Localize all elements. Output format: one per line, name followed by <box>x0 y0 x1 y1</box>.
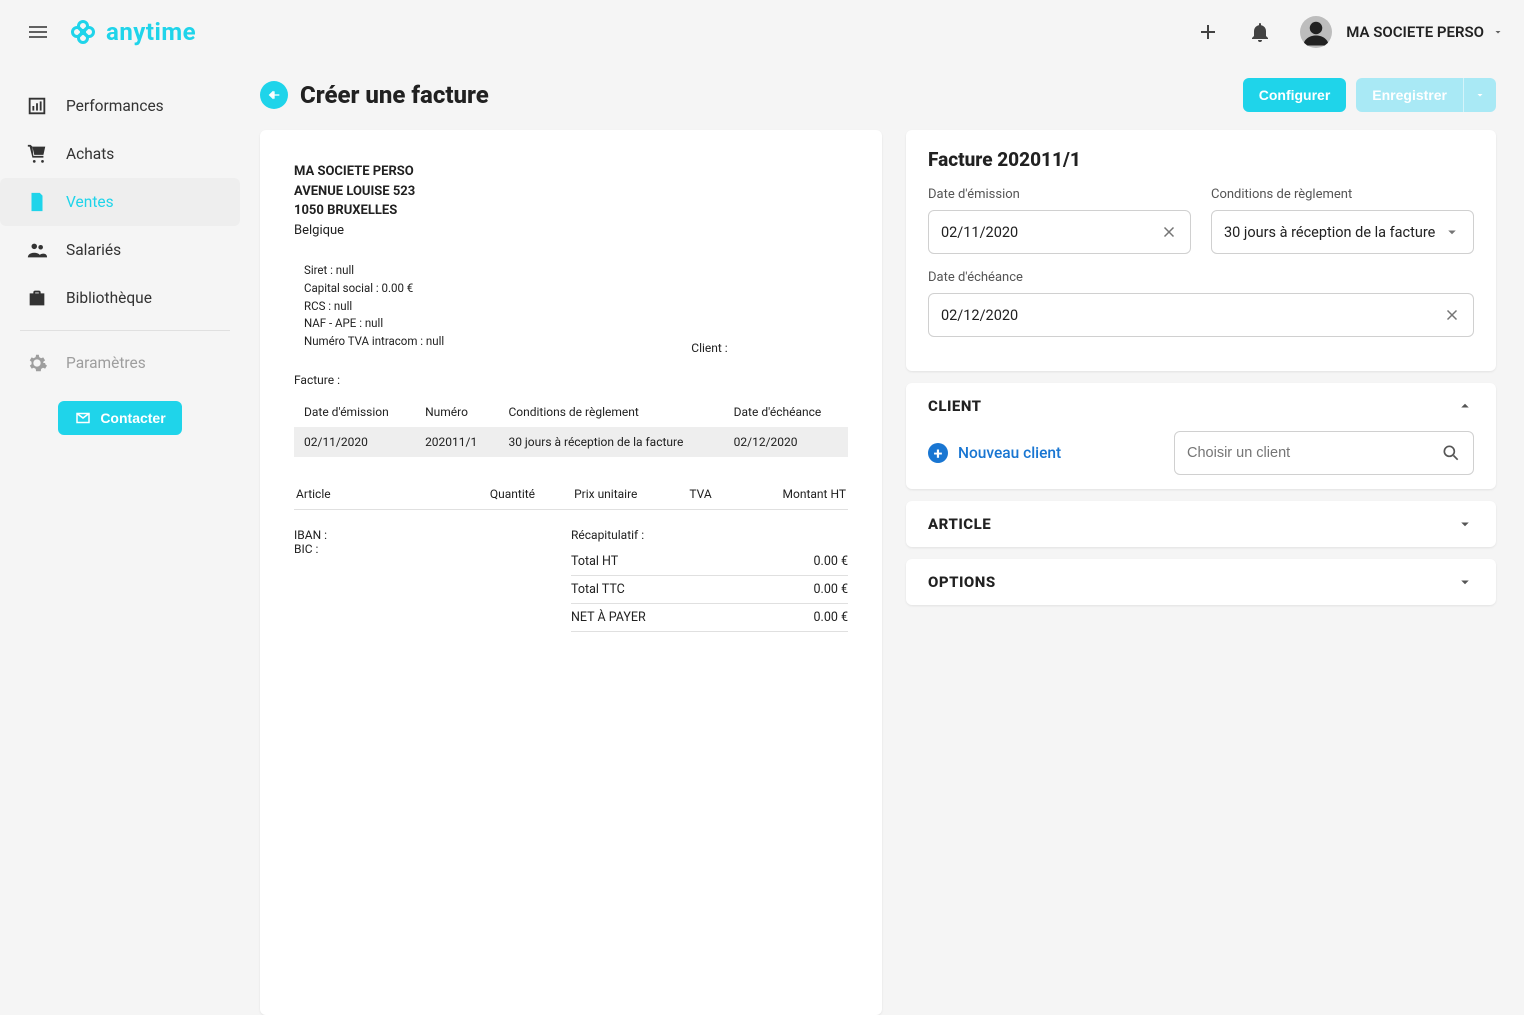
company-name: MA SOCIETE PERSO <box>294 162 571 182</box>
account-dropdown-icon[interactable] <box>1492 26 1504 38</box>
th-tva: TVA <box>687 479 732 510</box>
receipt-icon <box>26 191 48 213</box>
new-client-button[interactable]: + Nouveau client <box>928 443 1061 463</box>
logo[interactable]: anytime <box>68 17 196 47</box>
echeance-label: Date d'échéance <box>928 270 1474 285</box>
form-column: Facture 202011/1 Date d'émission 02/11/2… <box>906 130 1496 1015</box>
legal-vat: Numéro TVA intracom : null <box>304 333 571 351</box>
account-name[interactable]: MA SOCIETE PERSO <box>1346 23 1484 41</box>
invoice-details-panel: Facture 202011/1 Date d'émission 02/11/2… <box>906 130 1496 371</box>
contact-label: Contacter <box>100 410 165 426</box>
back-button[interactable] <box>260 81 288 109</box>
sidebar-item-label: Salariés <box>66 241 121 259</box>
emission-input[interactable]: 02/11/2020 <box>928 210 1191 254</box>
save-dropdown-button[interactable] <box>1463 78 1496 112</box>
recap-title: Récapitulatif : <box>571 528 848 542</box>
save-button[interactable]: Enregistrer <box>1356 78 1463 112</box>
contact-button[interactable]: Contacter <box>58 401 181 435</box>
briefcase-icon <box>26 287 48 309</box>
sidebar-separator <box>20 330 230 331</box>
options-section: OPTIONS <box>906 559 1496 605</box>
items-table: Article Quantité Prix unitaire TVA Monta… <box>294 479 848 510</box>
sidebar-item-performances[interactable]: Performances <box>0 82 240 130</box>
invoice-number-title: Facture 202011/1 <box>928 148 1474 171</box>
options-section-header[interactable]: OPTIONS <box>928 573 1474 591</box>
sidebar-item-label: Paramètres <box>66 354 146 372</box>
article-section-header[interactable]: ARTICLE <box>928 515 1474 533</box>
th-emission: Date d'émission <box>294 397 415 427</box>
company-address: AVENUE LOUISE 523 <box>294 182 571 202</box>
echeance-input[interactable]: 02/12/2020 <box>928 293 1474 337</box>
avatar[interactable] <box>1300 16 1332 48</box>
sidebar-item-bibliotheque[interactable]: Bibliothèque <box>0 274 240 322</box>
chevron-down-icon <box>1456 573 1474 591</box>
notification-icon[interactable] <box>1248 20 1272 44</box>
conditions-label: Conditions de règlement <box>1211 187 1474 202</box>
invoice-preview: MA SOCIETE PERSO AVENUE LOUISE 523 1050 … <box>260 130 882 1015</box>
company-country: Belgique <box>294 221 571 241</box>
plus-circle-icon: + <box>928 443 948 463</box>
th-qty: Quantité <box>488 479 572 510</box>
topbar: anytime MA SOCIETE PERSO <box>0 0 1524 64</box>
conditions-select[interactable]: 30 jours à réception de la facture <box>1211 210 1474 254</box>
client-section: CLIENT + Nouveau client <box>906 383 1496 489</box>
emission-label: Date d'émission <box>928 187 1191 202</box>
sidebar-item-parametres[interactable]: Paramètres <box>0 339 240 387</box>
recap-block: Récapitulatif : Total HT0.00 € Total TTC… <box>571 528 848 632</box>
sidebar-item-label: Ventes <box>66 193 114 211</box>
sidebar-item-ventes[interactable]: Ventes <box>0 178 240 226</box>
configure-button[interactable]: Configurer <box>1243 78 1347 112</box>
search-icon[interactable] <box>1441 443 1461 463</box>
chevron-down-icon <box>1474 89 1486 101</box>
client-search-input[interactable] <box>1174 431 1474 475</box>
menu-icon[interactable] <box>26 20 50 44</box>
gear-icon <box>26 352 48 374</box>
article-section: ARTICLE <box>906 501 1496 547</box>
chevron-up-icon <box>1456 397 1474 415</box>
sidebar-item-label: Bibliothèque <box>66 289 152 307</box>
th-numero: Numéro <box>415 397 498 427</box>
people-icon <box>26 239 48 261</box>
cart-icon <box>26 143 48 165</box>
iban-label: IBAN : <box>294 528 571 542</box>
chart-icon <box>26 95 48 117</box>
legal-siret: Siret : null <box>304 262 571 280</box>
sidebar-item-label: Performances <box>66 97 164 115</box>
sidebar-item-label: Achats <box>66 145 114 163</box>
facture-label: Facture : <box>294 373 848 387</box>
sidebar-item-achats[interactable]: Achats <box>0 130 240 178</box>
logo-text: anytime <box>106 18 196 46</box>
sidebar: Performances Achats Ventes Salariés Bibl… <box>0 64 248 1015</box>
company-postal: 1050 BRUXELLES <box>294 201 571 221</box>
invoice-meta-table: Date d'émission Numéro Conditions de règ… <box>294 397 848 457</box>
chevron-down-icon <box>1456 515 1474 533</box>
th-article: Article <box>294 479 488 510</box>
page-header: Créer une facture Configurer Enregistrer <box>260 78 1496 112</box>
clear-icon[interactable] <box>1160 223 1178 241</box>
legal-capital: Capital social : 0.00 € <box>304 280 571 298</box>
legal-naf: NAF - APE : null <box>304 315 571 333</box>
clear-icon[interactable] <box>1443 306 1461 324</box>
th-echeance: Date d'échéance <box>724 397 848 427</box>
legal-rcs: RCS : null <box>304 298 571 316</box>
bic-label: BIC : <box>294 542 571 556</box>
client-label: Client : <box>691 341 727 355</box>
sidebar-item-salaries[interactable]: Salariés <box>0 226 240 274</box>
add-icon[interactable] <box>1196 20 1220 44</box>
th-unit: Prix unitaire <box>572 479 687 510</box>
client-section-header[interactable]: CLIENT <box>928 397 1474 415</box>
mail-icon <box>74 409 92 427</box>
table-row: 02/11/2020 202011/1 30 jours à réception… <box>294 427 848 457</box>
th-total: Montant HT <box>732 479 848 510</box>
chevron-down-icon <box>1443 223 1461 241</box>
page-title: Créer une facture <box>300 81 489 109</box>
th-conditions: Conditions de règlement <box>498 397 723 427</box>
